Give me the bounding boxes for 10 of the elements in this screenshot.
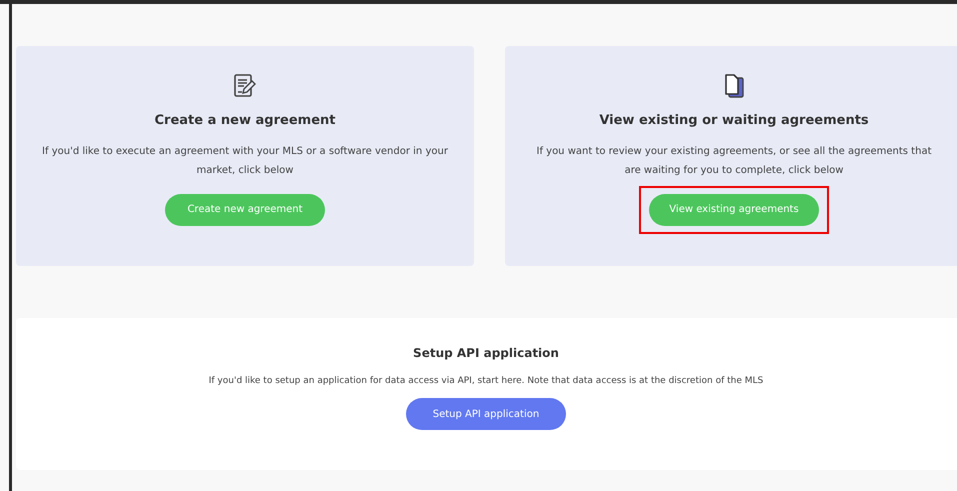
api-description: If you'd like to setup an application for data access via API, start here. Note that data access is at the discretion of the MLS xyxy=(208,375,764,388)
card-title: Create a new agreement xyxy=(154,113,336,128)
edit-document-icon xyxy=(233,73,257,99)
setup-api-button[interactable]: Setup API application xyxy=(406,398,566,430)
documents-icon xyxy=(723,73,745,99)
card-title: View existing or waiting agreements xyxy=(599,113,869,128)
card-description: If you want to review your existing agreements, or see all the agreements that are waiting for you to complete, click below xyxy=(536,145,932,178)
card-description: If you'd like to execute an agreement with your MLS or a software vendor in your market, click below xyxy=(41,145,449,178)
card-button[interactable]: View existing agreements xyxy=(639,186,829,234)
api-title: Setup API application xyxy=(413,346,559,360)
